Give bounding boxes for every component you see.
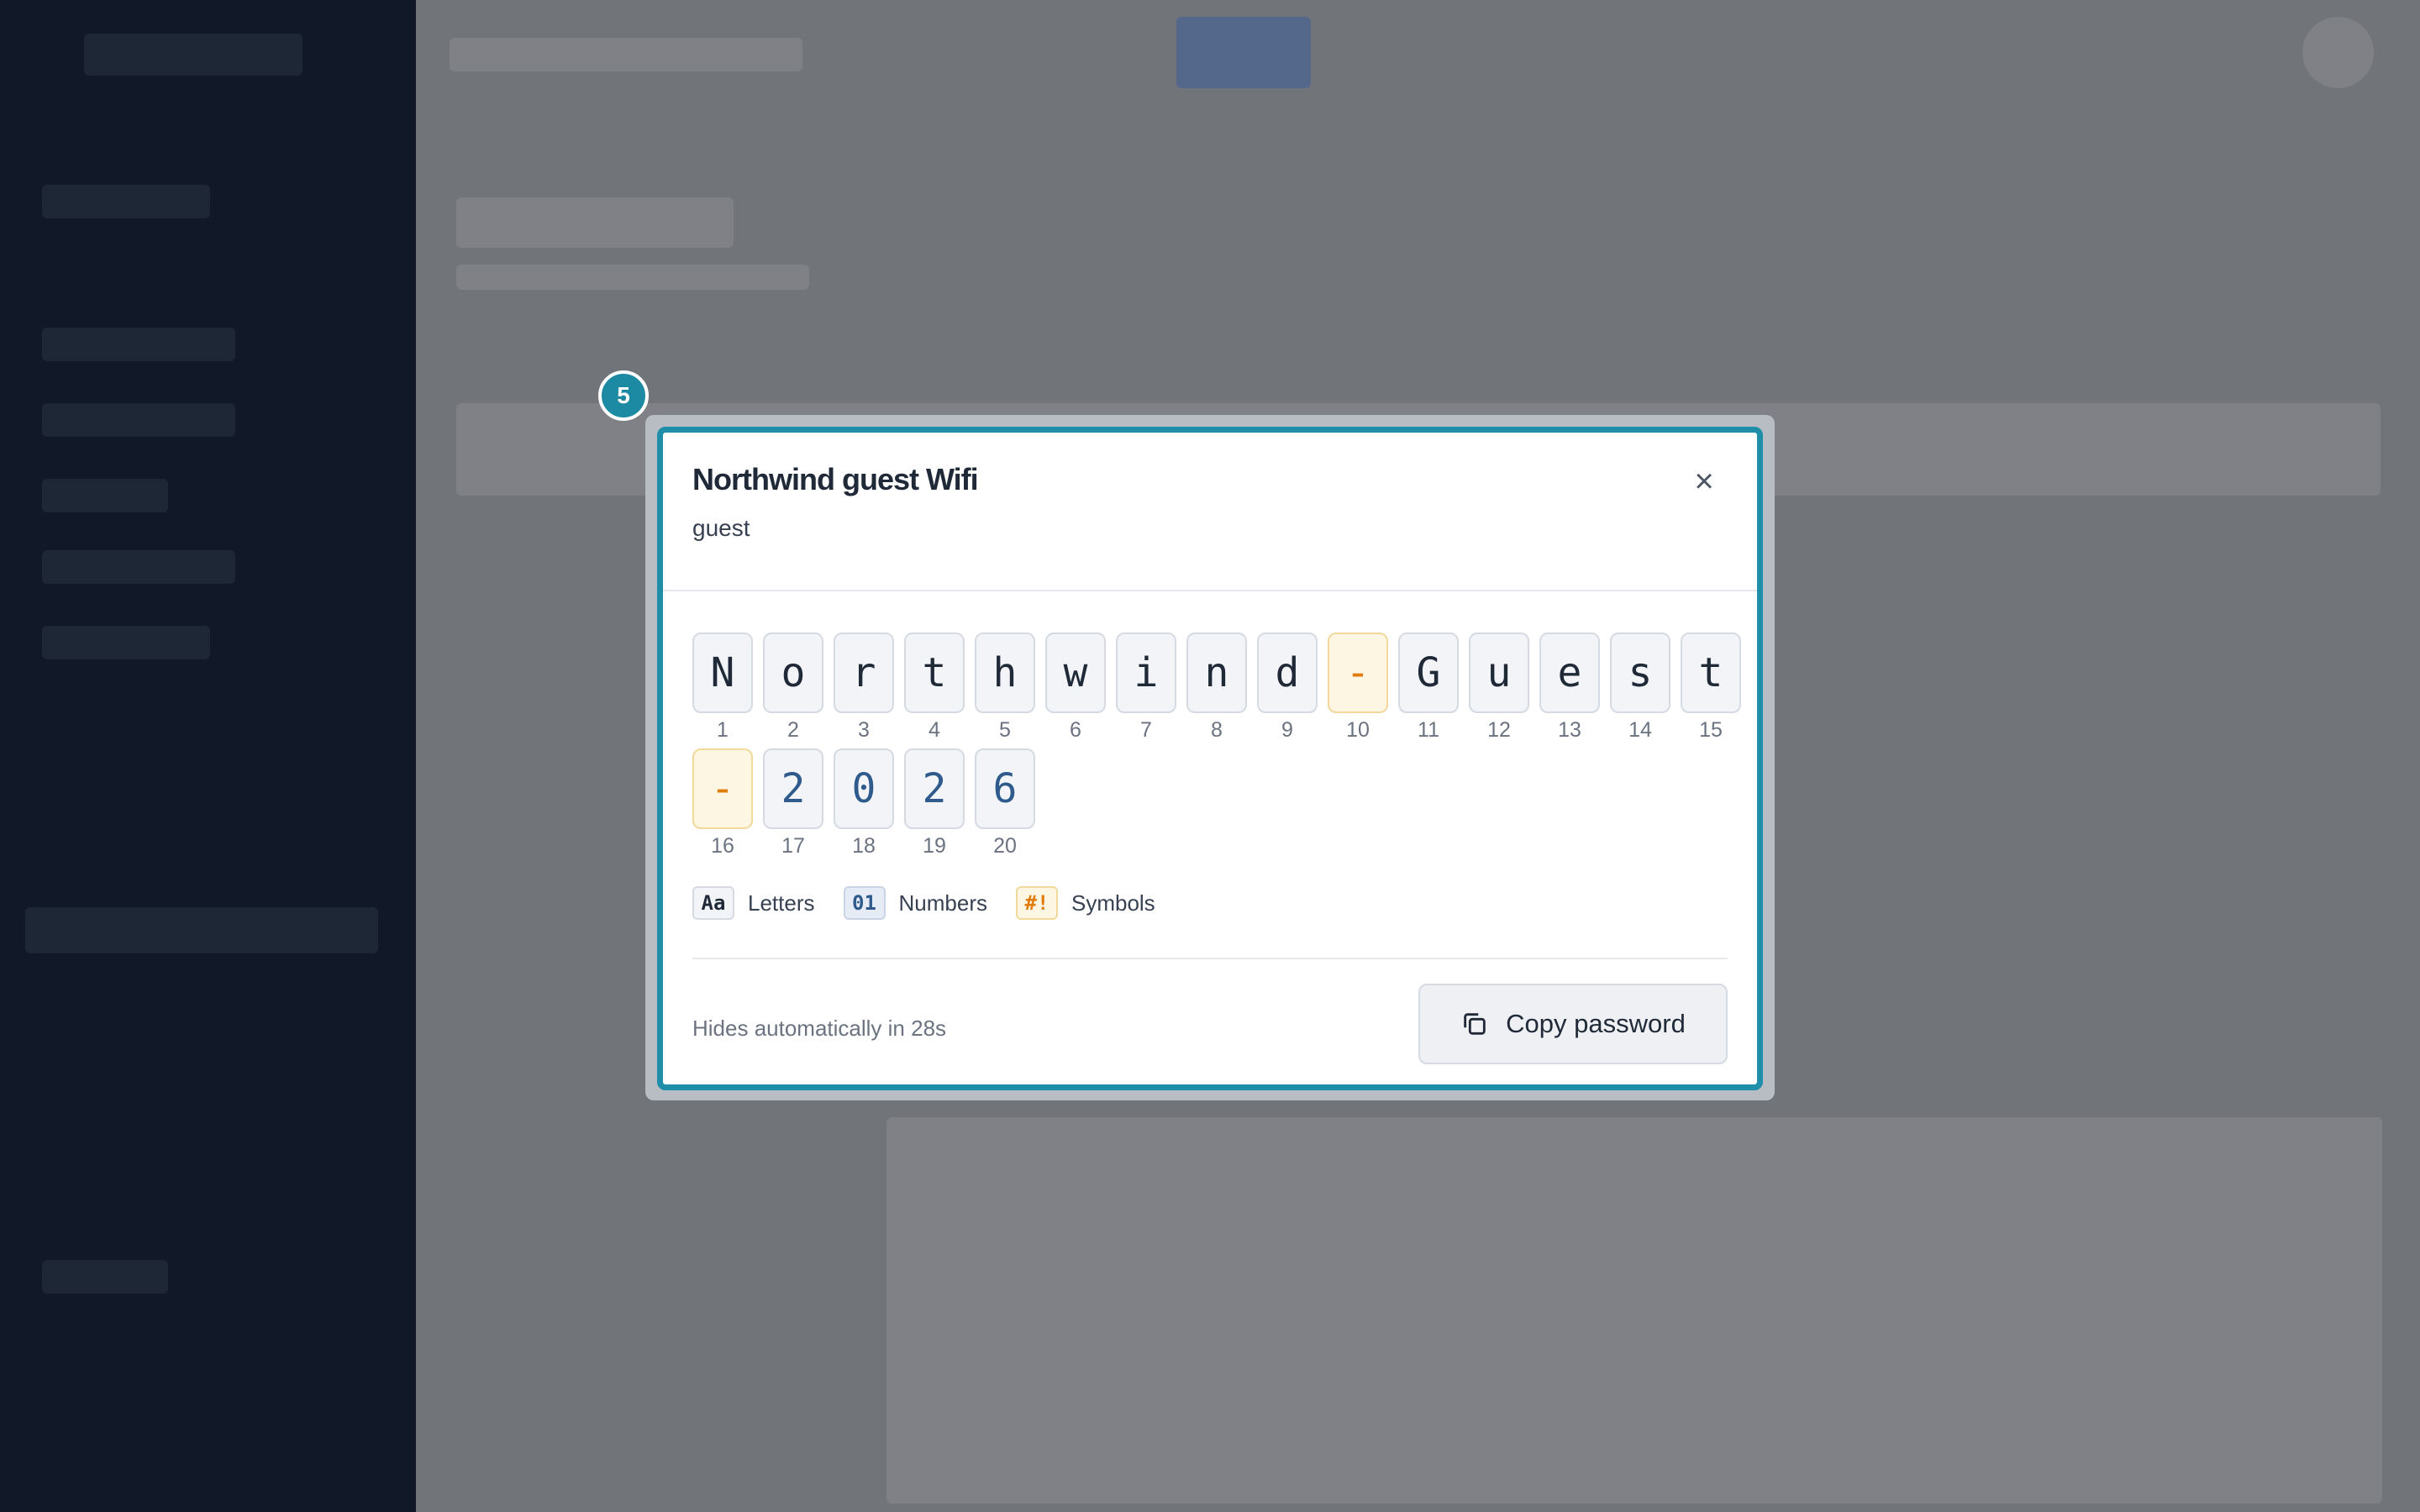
legend-label: Letters [748, 890, 815, 916]
sidebar-item [42, 550, 235, 584]
char-index: 17 [781, 834, 805, 858]
password-char: 6 20 [975, 748, 1035, 858]
char-glyph: t [1681, 633, 1741, 713]
password-char: 2 19 [904, 748, 965, 858]
close-icon[interactable]: × [1685, 462, 1723, 501]
char-glyph: 6 [975, 748, 1035, 829]
char-glyph: o [763, 633, 823, 713]
password-char: r3 [834, 633, 894, 743]
char-index: 20 [993, 834, 1017, 858]
legend-item: #! Symbols [1015, 886, 1155, 920]
password-char: t4 [904, 633, 965, 743]
step-badge: 5 [598, 370, 649, 421]
char-index: 3 [858, 718, 870, 742]
legend-label: Numbers [898, 890, 987, 916]
password-char: - 16 [692, 748, 753, 858]
char-index: 12 [1487, 718, 1511, 742]
char-index: 2 [787, 718, 799, 742]
char-glyph: i [1116, 633, 1176, 713]
divider [663, 590, 1757, 591]
char-index: 13 [1558, 718, 1581, 742]
copy-icon [1464, 1013, 1486, 1035]
legend-chip: #! [1015, 886, 1058, 920]
char-index: 8 [1211, 718, 1223, 742]
char-glyph: s [1610, 633, 1670, 713]
legend-chip: Aa [692, 886, 734, 920]
password-char: o2 [763, 633, 823, 743]
char-glyph: r [834, 633, 894, 713]
copy-password-button[interactable]: Copy password [1418, 984, 1728, 1064]
header-button [1176, 17, 1311, 88]
char-glyph: w [1045, 633, 1106, 713]
char-index: 18 [852, 834, 876, 858]
char-glyph: e [1539, 633, 1600, 713]
divider [692, 958, 1728, 959]
password-char: G 11 [1398, 633, 1459, 743]
password-char: h5 [975, 633, 1035, 743]
password-dialog: Northwind guest Wifi guest × N1o2r3t4h5w… [657, 427, 1763, 1090]
page-title [456, 197, 734, 248]
password-char: e 13 [1539, 633, 1600, 743]
password-char: n8 [1186, 633, 1247, 743]
char-index: 1 [717, 718, 729, 742]
legend: Aa Letters 01 Numbers #! Symbols [692, 886, 1184, 920]
password-char: N1 [692, 633, 753, 743]
char-index: 10 [1346, 718, 1370, 742]
password-char: t 15 [1681, 633, 1741, 743]
password-char: 2 17 [763, 748, 823, 858]
char-index: 7 [1140, 718, 1152, 742]
sidebar-item [42, 479, 168, 512]
password-char: d9 [1257, 633, 1318, 743]
char-glyph: d [1257, 633, 1318, 713]
search-bar [450, 38, 802, 71]
char-glyph: h [975, 633, 1035, 713]
sidebar-item-active [25, 907, 378, 953]
legend-chip: 01 [843, 886, 886, 920]
char-glyph: n [1186, 633, 1247, 713]
logo [84, 34, 302, 76]
password-char: 0 18 [834, 748, 894, 858]
password-char: i7 [1116, 633, 1176, 743]
auto-hide-countdown: Hides automatically in 28s [692, 1016, 947, 1041]
password-char: u 12 [1469, 633, 1529, 743]
char-glyph: - [692, 748, 753, 829]
page-subtitle [456, 265, 809, 290]
char-glyph: - [1328, 633, 1388, 713]
char-index: 19 [923, 834, 946, 858]
char-glyph: 2 [904, 748, 965, 829]
char-glyph: N [692, 633, 753, 713]
char-glyph: 0 [834, 748, 894, 829]
char-index: 15 [1699, 718, 1723, 742]
content-panel [886, 1117, 2382, 1504]
sidebar-item [42, 185, 210, 218]
char-index: 5 [999, 718, 1011, 742]
legend-label: Symbols [1071, 890, 1155, 916]
char-index: 6 [1070, 718, 1081, 742]
char-index: 4 [929, 718, 940, 742]
sidebar-item [42, 328, 235, 361]
legend-item: 01 Numbers [843, 886, 987, 920]
char-glyph: u [1469, 633, 1529, 713]
char-glyph: t [904, 633, 965, 713]
password-char: w6 [1045, 633, 1106, 743]
sidebar-item [42, 1260, 168, 1294]
password-char: s 14 [1610, 633, 1670, 743]
dialog-title: Northwind guest Wifi [692, 462, 979, 496]
copy-password-label: Copy password [1506, 1009, 1686, 1038]
avatar [2302, 17, 2374, 88]
char-glyph: G [1398, 633, 1459, 713]
password-char: - 10 [1328, 633, 1388, 743]
sidebar [0, 0, 416, 1512]
char-index: 14 [1628, 718, 1652, 742]
char-index: 16 [711, 834, 734, 858]
legend-item: Aa Letters [692, 886, 815, 920]
sidebar-item [42, 626, 210, 659]
sidebar-item [42, 403, 235, 437]
char-index: 11 [1418, 718, 1439, 742]
char-glyph: 2 [763, 748, 823, 829]
dialog-username: guest [692, 515, 750, 541]
char-index: 9 [1281, 718, 1293, 742]
